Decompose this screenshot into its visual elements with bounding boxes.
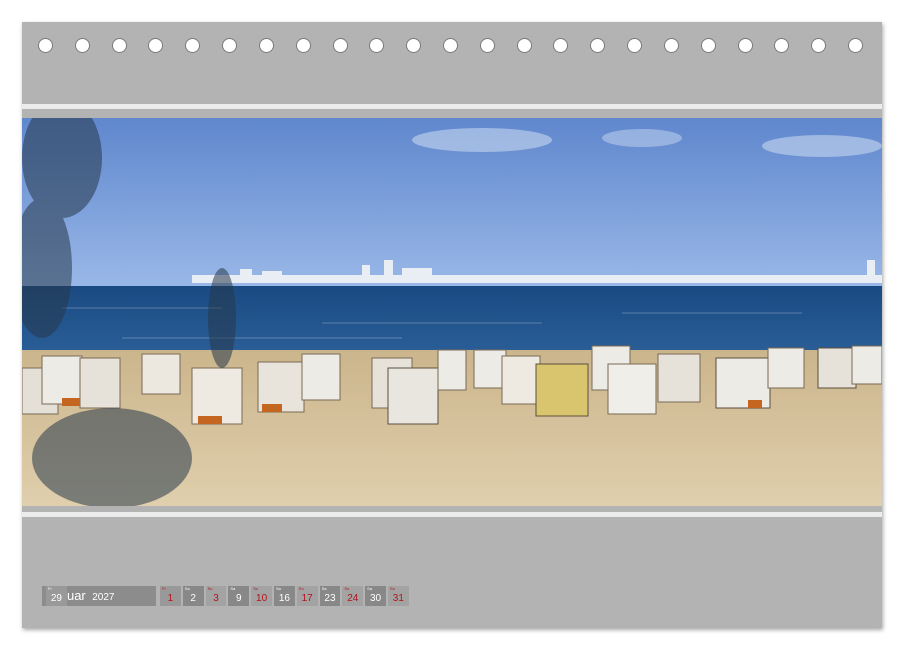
top-divider: [22, 104, 882, 109]
binding-holes: [22, 38, 882, 58]
weekday-label: So: [344, 586, 350, 591]
binding-hole: [258, 38, 274, 53]
day-cell: Sa 23: [319, 586, 341, 606]
binding-hole: [590, 38, 606, 53]
weekday-label: Fr: [162, 586, 166, 591]
weekday-label: Sa: [230, 586, 236, 591]
weekday-label: So: [389, 586, 395, 591]
day-number: 24: [347, 593, 359, 604]
date-strip: Januar 2027 Fr1Sa2So3Mo4Di5Mi6Do7Fr8Sa9S…: [42, 586, 409, 606]
day-number: 2: [190, 593, 196, 604]
calendar-page: Januar 2027 Fr1Sa2So3Mo4Di5Mi6Do7Fr8Sa9S…: [22, 22, 882, 628]
day-cell: So 24: [342, 586, 364, 606]
binding-hole: [479, 38, 495, 53]
binding-hole: [553, 38, 569, 53]
binding-hole: [332, 38, 348, 53]
day-cell: So 31: [387, 586, 409, 606]
binding-hole: [737, 38, 753, 53]
day-cell: Fr 1: [160, 586, 181, 606]
binding-hole: [700, 38, 716, 53]
binding-hole: [406, 38, 422, 53]
binding-hole: [38, 38, 53, 53]
binding-hole: [774, 38, 790, 53]
weekday-label: Fr: [48, 586, 52, 591]
binding-hole: [627, 38, 643, 53]
weekday-label: Sa: [321, 586, 327, 591]
binding-hole: [222, 38, 238, 53]
day-cell: So 10: [251, 586, 272, 606]
day-number: 31: [392, 593, 404, 604]
day-cell: Sa 9: [228, 586, 250, 606]
weekday-label: So: [207, 586, 213, 591]
binding-hole: [74, 38, 90, 53]
day-number: 16: [278, 593, 290, 604]
day-cell: Sa 2: [182, 586, 204, 606]
day-number: 17: [301, 593, 313, 604]
binding-hole: [111, 38, 127, 53]
day-cell: Sa 16: [273, 586, 295, 606]
day-number: 23: [324, 593, 336, 604]
binding-hole: [148, 38, 164, 53]
day-number: 9: [236, 593, 242, 604]
year: 2027: [92, 592, 115, 603]
binding-hole: [443, 38, 458, 53]
day-cell: Sa 30: [365, 586, 386, 606]
binding-hole: [811, 38, 827, 53]
day-number: 3: [213, 593, 219, 604]
binding-hole: [516, 38, 532, 53]
day-number: 29: [50, 593, 62, 604]
day-cell: So 3: [205, 586, 227, 606]
day-cell: So 17: [296, 586, 318, 606]
weekday-label: Sa: [184, 586, 190, 591]
binding-hole: [185, 38, 201, 53]
binding-hole: [663, 38, 679, 53]
weekday-label: So: [298, 586, 304, 591]
day-number: 30: [370, 593, 382, 604]
weekday-label: Sa: [275, 586, 281, 591]
beach-photo: [22, 118, 882, 506]
weekday-label: So: [253, 586, 259, 591]
weekday-label: Sa: [367, 586, 373, 591]
day-cell: Fr 29: [46, 586, 67, 606]
bottom-divider: [22, 512, 882, 517]
binding-hole: [848, 38, 863, 53]
binding-hole: [295, 38, 311, 53]
beach-photo-icon: [22, 118, 882, 506]
binding-hole: [369, 38, 385, 53]
day-number: 10: [256, 593, 268, 604]
day-number: 1: [167, 593, 174, 604]
